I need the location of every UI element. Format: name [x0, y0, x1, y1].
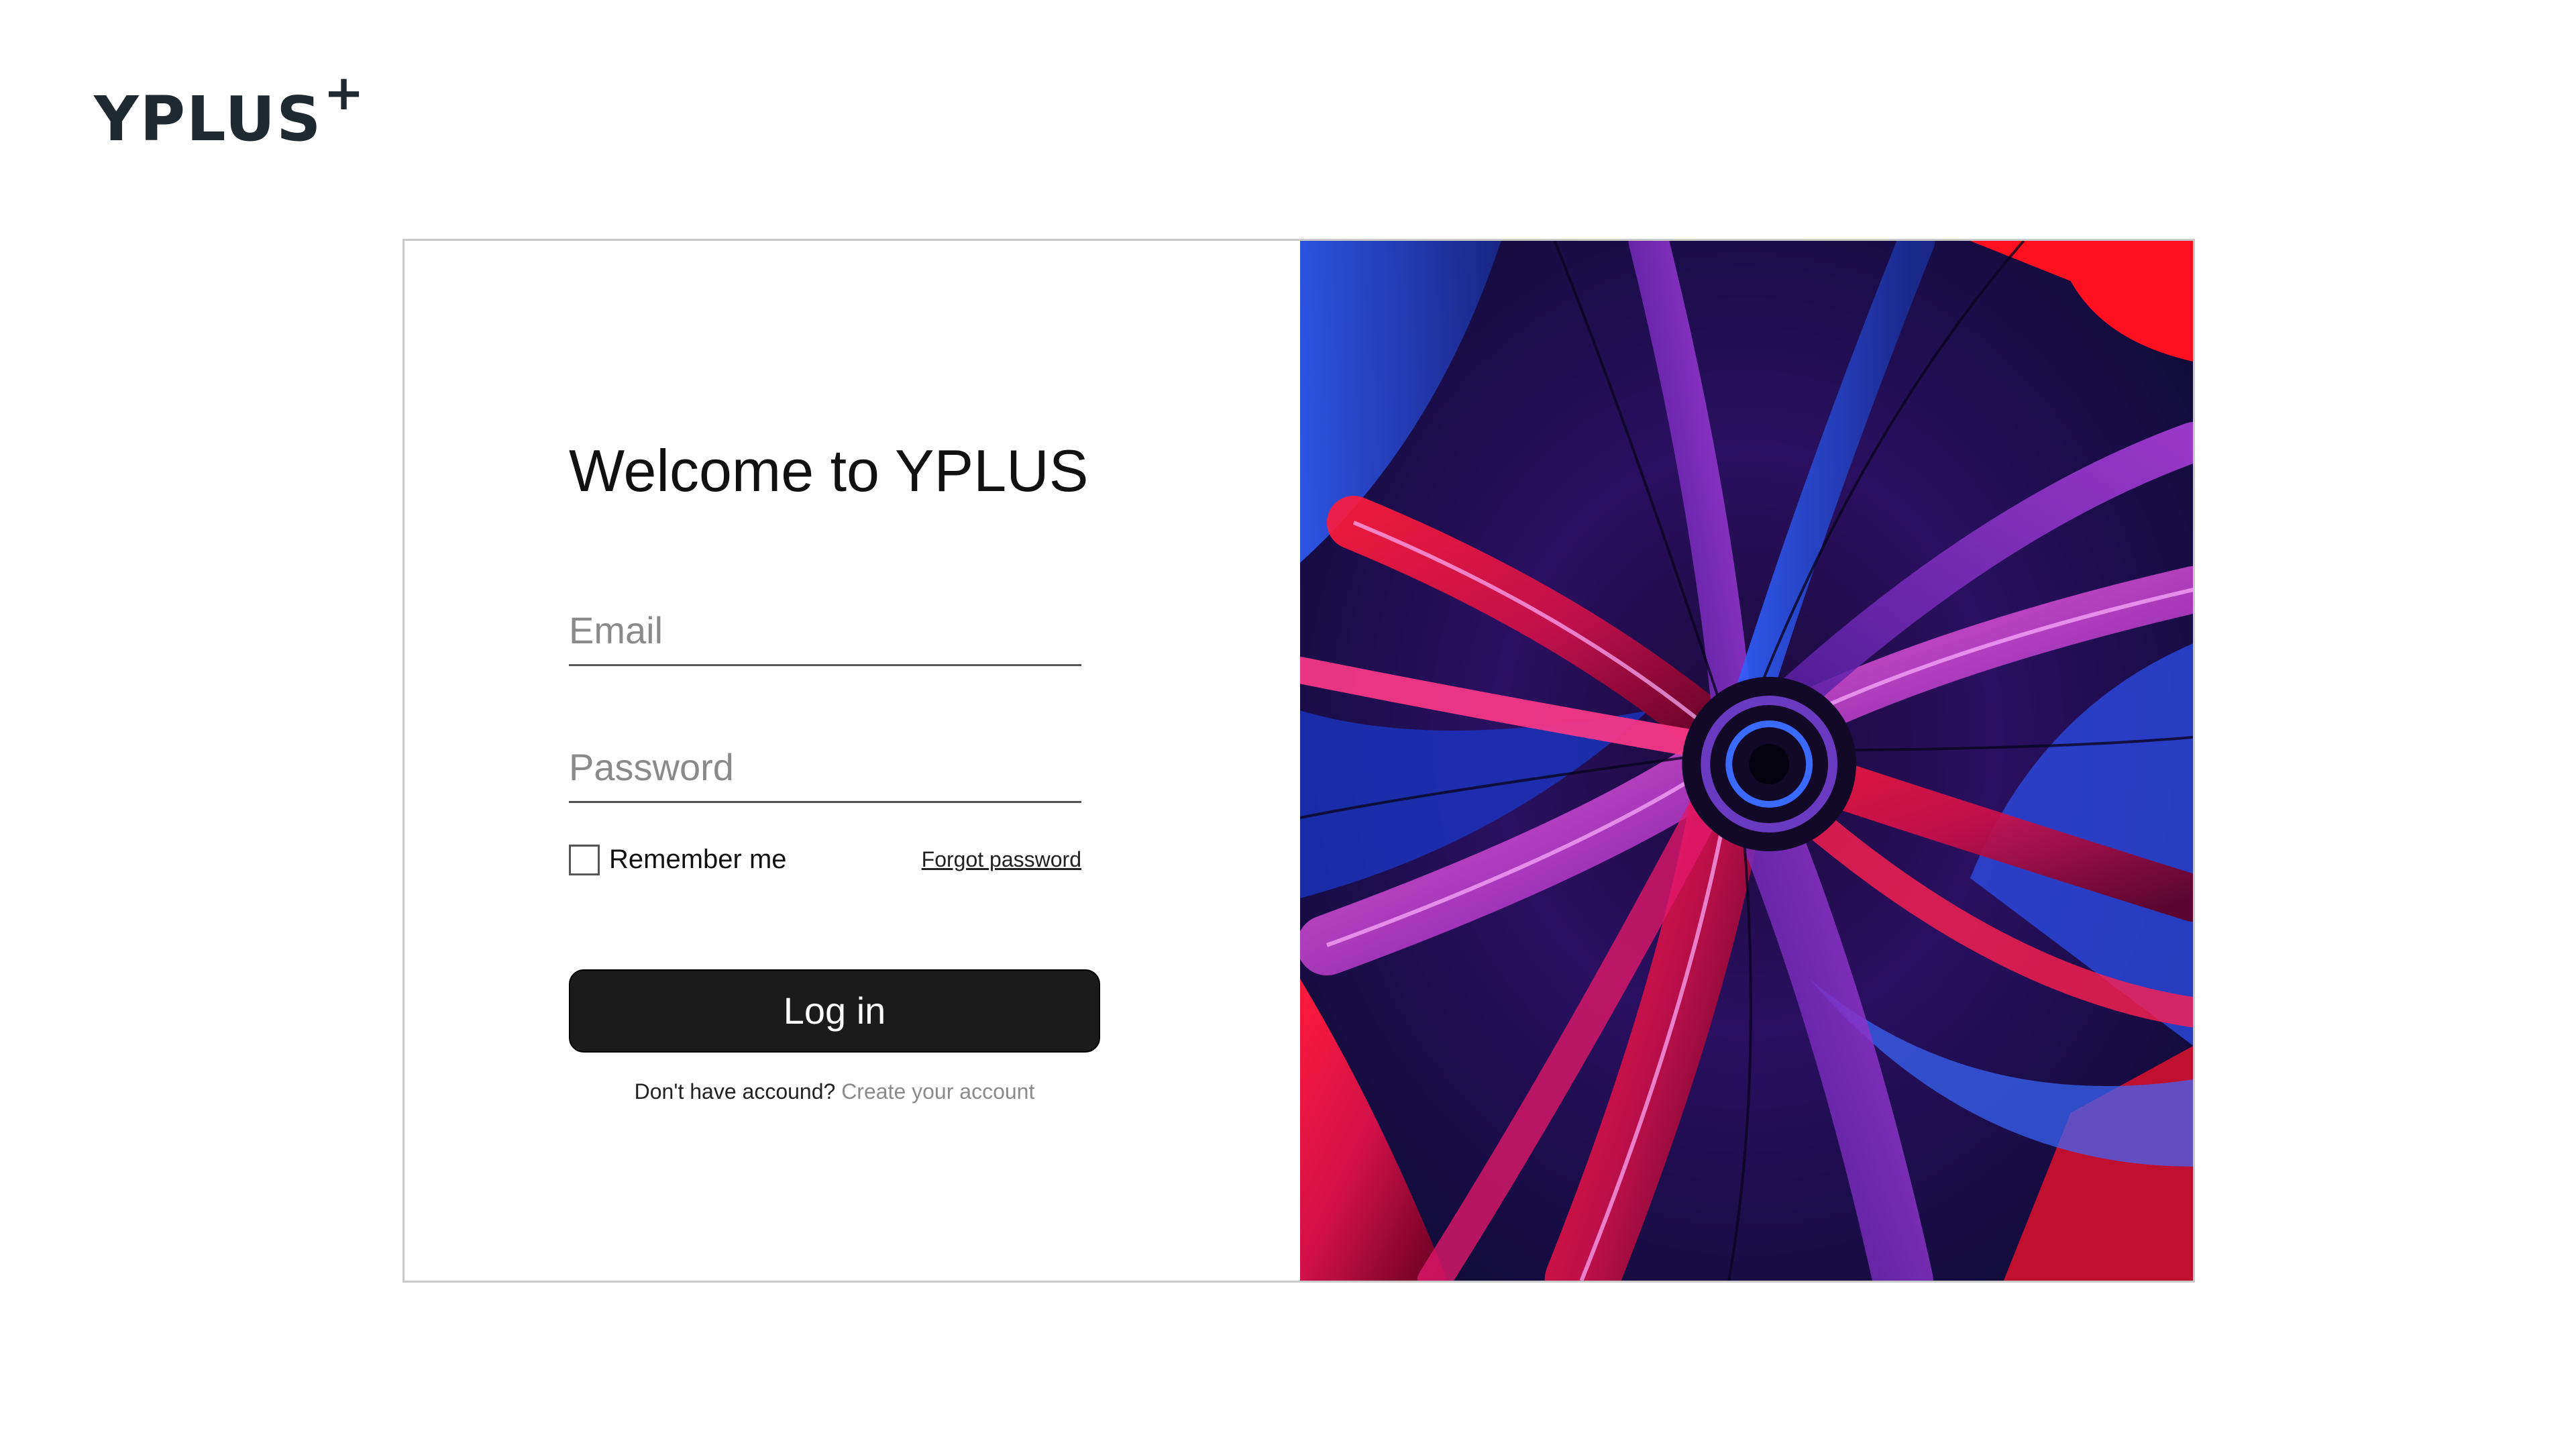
password-field[interactable] — [569, 745, 1081, 801]
login-page: YPLUS + Welcome to YPLUS Remember me For… — [0, 0, 2576, 1449]
password-field-wrapper — [569, 745, 1081, 803]
page-title: Welcome to YPLUS — [569, 437, 1089, 504]
brand-logo[interactable]: YPLUS + — [94, 68, 364, 150]
signup-prompt: Don't have accound? — [634, 1079, 836, 1104]
logo-wordmark: YPLUS — [94, 83, 323, 155]
logo-plus-icon: + — [323, 64, 364, 121]
remember-me-toggle[interactable]: Remember me — [569, 844, 787, 875]
email-field[interactable] — [569, 608, 1081, 664]
hero-art-image — [1299, 241, 2193, 1281]
remember-me-checkbox[interactable] — [569, 844, 600, 875]
signup-row: Don't have accound? Create your account — [569, 1079, 1100, 1104]
email-field-wrapper — [569, 608, 1081, 666]
login-form-panel: Welcome to YPLUS Remember me Forgot pass… — [405, 241, 1300, 1281]
abstract-3d-art-image — [1299, 241, 2193, 1281]
create-account-link[interactable]: Create your account — [841, 1079, 1034, 1104]
login-options-row: Remember me Forgot password — [569, 844, 1081, 875]
login-card: Welcome to YPLUS Remember me Forgot pass… — [402, 239, 2195, 1283]
login-form: Welcome to YPLUS Remember me Forgot pass… — [569, 435, 1106, 1104]
login-button[interactable]: Log in — [569, 969, 1100, 1053]
forgot-password-link[interactable]: Forgot password — [922, 847, 1081, 872]
remember-me-label: Remember me — [609, 845, 787, 875]
